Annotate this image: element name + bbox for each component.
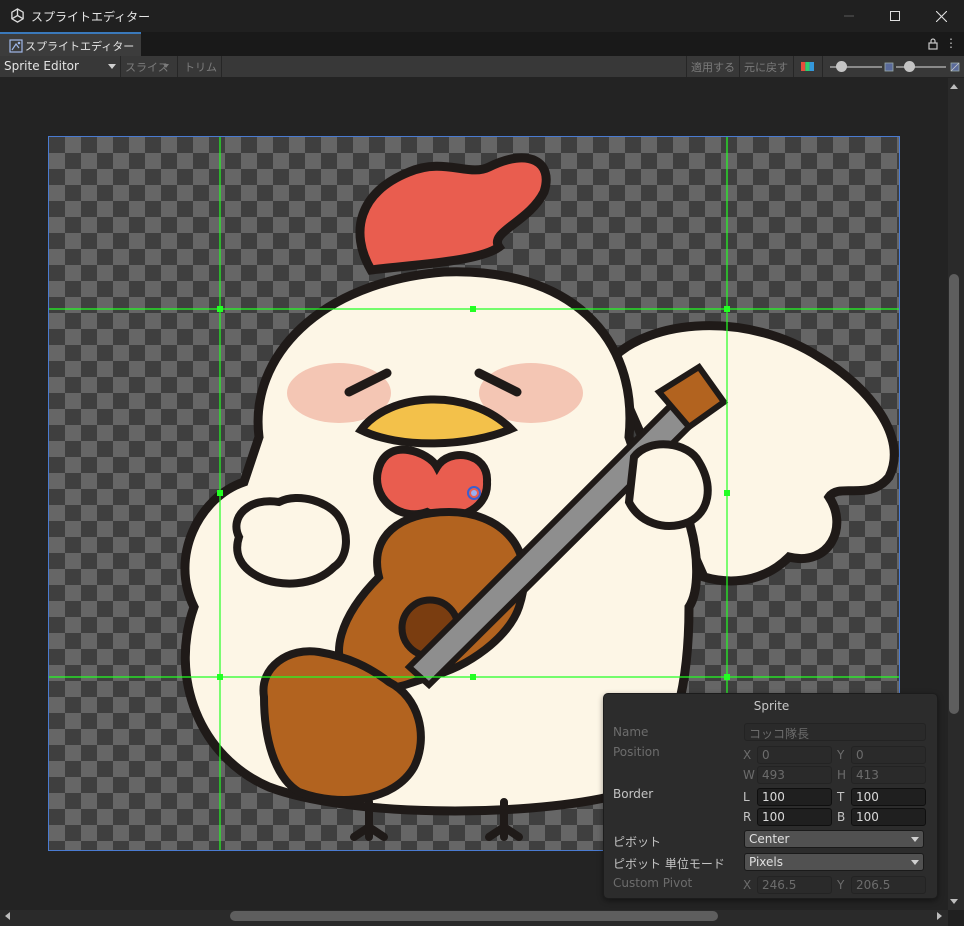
pivot-select[interactable]: Center bbox=[744, 830, 924, 848]
rgb-channel-icon[interactable] bbox=[801, 62, 814, 71]
toolbar-divider bbox=[177, 56, 178, 77]
width-field[interactable]: 493 bbox=[757, 766, 832, 784]
chevron-down-icon bbox=[911, 860, 919, 865]
name-field[interactable]: コッコ隊長 bbox=[744, 723, 926, 741]
close-icon bbox=[935, 10, 947, 22]
border-b-field[interactable]: 100 bbox=[851, 808, 926, 826]
custom-pivot-y-field[interactable]: 206.5 bbox=[851, 876, 926, 894]
chevron-down-icon bbox=[108, 64, 116, 69]
panel-title: Sprite bbox=[753, 699, 790, 713]
mipmap-large-icon bbox=[950, 62, 960, 72]
pivot-select-value: Center bbox=[749, 832, 790, 846]
pivot-unit-label: ピボット 単位モード bbox=[613, 857, 725, 871]
vertical-scroll-thumb[interactable] bbox=[949, 274, 959, 714]
minimize-icon bbox=[844, 15, 854, 17]
mipmap-small-icon bbox=[884, 62, 894, 72]
scroll-left-icon[interactable] bbox=[5, 912, 10, 920]
mode-dropdown-label: Sprite Editor bbox=[4, 59, 79, 73]
trim-button[interactable]: トリム bbox=[184, 59, 217, 75]
horizontal-scroll-thumb[interactable] bbox=[230, 911, 718, 921]
maximize-button[interactable] bbox=[872, 0, 918, 32]
scroll-down-icon[interactable] bbox=[950, 899, 958, 904]
minimize-button[interactable] bbox=[826, 0, 872, 32]
chevron-down-icon bbox=[911, 837, 919, 842]
apply-button[interactable]: 適用する bbox=[691, 59, 735, 75]
tab-sprite-editor[interactable]: スプライトエディター bbox=[0, 32, 141, 56]
mip-slider-thumb[interactable] bbox=[903, 61, 915, 72]
maximize-icon bbox=[890, 11, 900, 21]
tab-strip: スプライトエディター ⋮ bbox=[0, 32, 964, 56]
unity-logo-icon bbox=[11, 8, 24, 23]
toolbar-divider bbox=[739, 56, 740, 77]
height-field[interactable]: 413 bbox=[851, 766, 926, 784]
toolbar-divider bbox=[221, 56, 222, 77]
border-label: Border bbox=[613, 787, 654, 801]
title-bar: スプライトエディター bbox=[0, 0, 964, 32]
custom-pivot-x-field[interactable]: 246.5 bbox=[757, 876, 832, 894]
w-label: W bbox=[743, 768, 755, 782]
x-label: X bbox=[743, 748, 752, 762]
close-button[interactable] bbox=[918, 0, 964, 32]
toolbar-divider bbox=[822, 56, 823, 77]
b-label: B bbox=[837, 810, 846, 824]
lock-icon[interactable] bbox=[926, 37, 940, 51]
revert-button[interactable]: 元に戻す bbox=[744, 59, 788, 75]
y-label: Y bbox=[837, 748, 845, 762]
position-x-field[interactable]: 0 bbox=[757, 746, 832, 764]
toolbar-divider bbox=[120, 56, 121, 77]
toolbar-divider bbox=[793, 56, 794, 77]
position-y-field[interactable]: 0 bbox=[851, 746, 926, 764]
sprite-inspector-panel: Sprite Name コッコ隊長 Position X 0 Y 0 W 493… bbox=[603, 693, 938, 899]
pivot-label: ピボット bbox=[613, 835, 662, 849]
more-options-icon[interactable]: ⋮ bbox=[945, 36, 957, 50]
border-t-field[interactable]: 100 bbox=[851, 788, 926, 806]
custom-pivot-x-label: X bbox=[743, 878, 752, 892]
custom-pivot-y-label: Y bbox=[837, 878, 845, 892]
scroll-up-icon[interactable] bbox=[950, 84, 958, 89]
slice-chevron-down-icon bbox=[163, 64, 169, 68]
position-label: Position bbox=[613, 745, 660, 759]
zoom-slider-thumb[interactable] bbox=[836, 61, 848, 72]
name-label: Name bbox=[613, 725, 649, 739]
toolbar: Sprite Editor スライス トリム 適用する 元に戻す bbox=[0, 56, 964, 78]
l-label: L bbox=[743, 790, 750, 804]
h-label: H bbox=[837, 768, 847, 782]
t-label: T bbox=[837, 790, 845, 804]
pivot-unit-select-value: Pixels bbox=[749, 855, 784, 869]
pivot-unit-select[interactable]: Pixels bbox=[744, 853, 924, 871]
custom-pivot-label: Custom Pivot bbox=[613, 876, 693, 890]
sprite-editor-icon bbox=[9, 39, 23, 53]
mode-dropdown[interactable]: Sprite Editor bbox=[0, 56, 120, 77]
border-l-field[interactable]: 100 bbox=[757, 788, 832, 806]
scroll-right-icon[interactable] bbox=[937, 912, 942, 920]
toolbar-divider bbox=[686, 56, 687, 77]
r-label: R bbox=[743, 810, 752, 824]
tab-label: スプライトエディター bbox=[25, 40, 135, 53]
window-title: スプライトエディター bbox=[31, 10, 151, 24]
border-r-field[interactable]: 100 bbox=[757, 808, 832, 826]
